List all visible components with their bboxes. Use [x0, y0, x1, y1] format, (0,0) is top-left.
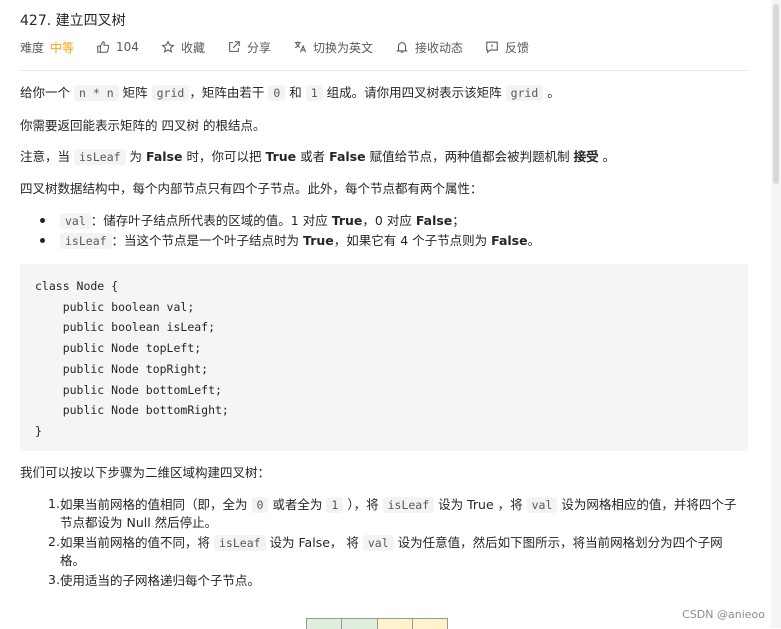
description-paragraph-3: 注意，当 isLeaf 为 False 时，你可以把 True 或者 False…: [20, 149, 616, 165]
inline-code: val: [362, 535, 394, 551]
meta-bar: 难度 中等 104 收藏 分享 切换为英文 接收动态 反馈: [20, 39, 551, 55]
inline-code: isLeaf: [214, 535, 266, 551]
difficulty-value: 中等: [50, 40, 75, 55]
share-icon: [229, 41, 240, 52]
feedback-button[interactable]: 反馈: [485, 39, 529, 56]
like-count: 104: [116, 40, 139, 54]
step-line: 如果当前网格的值相同（即，全为 0 或者全为 1 ），将 isLeaf 设为 T…: [60, 497, 737, 513]
inline-code: isLeaf: [74, 149, 126, 165]
switch-language-button[interactable]: 切换为英文: [293, 39, 373, 56]
code-text: class Node { public boolean val; public …: [35, 279, 229, 438]
switch-language-label: 切换为英文: [312, 40, 373, 55]
description-paragraph-1: 给你一个 n * n 矩阵 grid ，矩阵由若干 0 和 1 组成。请你用四叉树…: [20, 85, 560, 101]
inline-code: isLeaf: [60, 233, 112, 249]
list-item: isLeaf ：当这个节点是一个叶子结点时为 True，如果它有 4 个子节点则为…: [60, 232, 540, 250]
inline-code: 0: [251, 497, 269, 513]
quadtree-figure: [306, 618, 448, 629]
step-number: 2.: [48, 534, 60, 549]
inline-code: grid: [505, 85, 544, 101]
scrollbar[interactable]: [771, 0, 781, 628]
problem-title: 427. 建立四叉树: [20, 13, 126, 29]
list-item: val ：储存叶子结点所代表的区域的值。1 对应 True，0 对应 False；: [60, 212, 465, 230]
feedback-icon: [486, 41, 498, 54]
bell-icon: [396, 42, 408, 53]
bullet-dot: [40, 238, 45, 243]
share-button[interactable]: 分享: [227, 39, 271, 56]
star-icon: [161, 40, 175, 53]
step-number: 3.: [48, 572, 60, 587]
inline-code: 1: [326, 497, 344, 513]
inline-code: 1: [305, 85, 323, 101]
inline-code: val: [60, 213, 91, 229]
description-paragraph-2: 你需要返回能表示矩阵的 四叉树 的根结点。: [20, 118, 266, 133]
notify-button[interactable]: 接收动态: [395, 39, 463, 56]
like-button[interactable]: 104: [96, 40, 139, 54]
step-line: 使用适当的子网格递归每个子节点。: [60, 573, 261, 588]
favorite-label: 收藏: [180, 40, 205, 55]
feedback-label: 反馈: [505, 40, 530, 55]
description-paragraph-4: 四叉树数据结构中，每个内部节点只有四个子节点。此外，每个节点都有两个属性：: [20, 181, 483, 196]
step-number: 1.: [48, 496, 60, 511]
inline-code: grid: [151, 85, 190, 101]
difficulty: 难度 中等: [20, 39, 74, 56]
translate-icon: [294, 41, 307, 53]
watermark: CSDN @anieoo: [682, 608, 765, 621]
inline-code: n * n: [74, 85, 119, 101]
step-line: 如果当前网格的值不同，将 isLeaf 设为 False， 将 val 设为任意…: [60, 535, 723, 551]
bullet-dot: [40, 218, 45, 223]
notify-label: 接收动态: [414, 40, 463, 55]
header-divider: [20, 70, 748, 71]
favorite-button[interactable]: 收藏: [161, 39, 205, 56]
thumbs-up-icon: [97, 41, 110, 53]
share-label: 分享: [246, 40, 271, 55]
description-paragraph-5: 我们可以按以下步骤为二维区域构建四叉树：: [20, 465, 271, 480]
inline-code: val: [526, 497, 558, 513]
step-line: 格。: [60, 553, 86, 568]
code-block[interactable]: class Node { public boolean val; public …: [20, 264, 748, 451]
difficulty-label: 难度: [20, 40, 45, 55]
scrollbar-thumb[interactable]: [773, 4, 779, 184]
inline-code: 0: [268, 85, 286, 101]
step-line: 节点都设为 Null 然后停止。: [60, 515, 218, 530]
inline-code: isLeaf: [382, 497, 435, 513]
